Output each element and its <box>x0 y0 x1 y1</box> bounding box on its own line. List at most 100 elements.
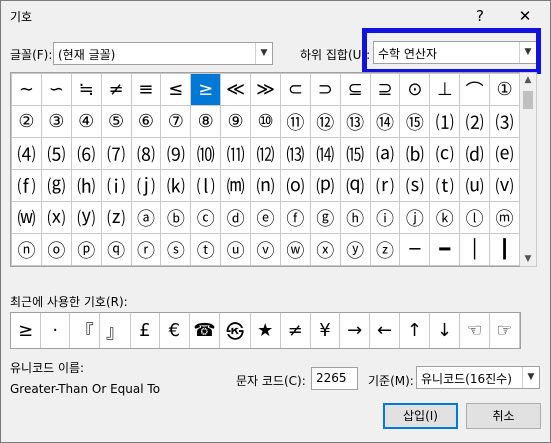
symbol-cell[interactable]: ┃ <box>489 233 520 266</box>
symbol-cell[interactable]: ⑧ <box>190 105 222 138</box>
symbol-cell[interactable]: ⒩ <box>250 169 281 202</box>
symbol-cell[interactable]: ⑪ <box>279 105 311 138</box>
symbol-cell[interactable]: ≥ <box>190 73 222 106</box>
symbol-cell[interactable]: ⒜ <box>369 137 401 170</box>
grid-scrollbar[interactable]: ▲ ▼ <box>520 72 537 267</box>
chevron-down-icon[interactable]: ▼ <box>522 367 539 388</box>
symbol-cell[interactable]: ⑩ <box>250 105 281 138</box>
symbol-cell[interactable]: ⒦ <box>160 169 192 202</box>
symbol-cell[interactable]: ⊆ <box>339 73 371 106</box>
symbol-cell[interactable]: ⑹ <box>70 137 102 170</box>
symbol-cell[interactable]: ━ <box>429 233 461 266</box>
symbol-cell[interactable]: ⑮ <box>399 105 431 138</box>
scroll-down-icon[interactable]: ▼ <box>520 254 536 264</box>
symbol-cell[interactable]: ⑾ <box>220 137 252 170</box>
close-button[interactable]: ✕ <box>512 4 538 28</box>
symbol-cell[interactable]: ⓡ <box>130 233 162 266</box>
symbol-cell[interactable]: ∽ <box>40 73 72 106</box>
symbol-cell[interactable]: ≫ <box>250 73 281 106</box>
symbol-cell[interactable]: ⑷ <box>11 137 42 170</box>
symbol-cell[interactable]: ⊙ <box>399 73 431 106</box>
symbol-cell[interactable]: ⑽ <box>190 137 222 170</box>
symbol-cell[interactable]: ⒮ <box>399 169 431 202</box>
recent-symbol-cell[interactable]: ☜ <box>459 313 490 348</box>
symbol-cell[interactable]: ⒁ <box>309 137 341 170</box>
recent-symbol-cell[interactable]: € <box>159 313 190 348</box>
symbol-cell[interactable]: ⓤ <box>220 233 252 266</box>
symbol-cell[interactable]: ⒠ <box>489 137 520 170</box>
symbol-cell[interactable]: ⑤ <box>100 105 132 138</box>
symbol-cell[interactable]: ⒂ <box>339 137 371 170</box>
symbol-cell[interactable]: ⑫ <box>309 105 341 138</box>
symbol-cell[interactable]: ⒢ <box>40 169 72 202</box>
recent-symbol-cell[interactable]: ★ <box>250 313 281 348</box>
symbol-cell[interactable]: ⊇ <box>369 73 401 106</box>
symbol-cell[interactable]: ⓢ <box>160 233 192 266</box>
symbol-cell[interactable]: ⒧ <box>190 169 222 202</box>
symbol-cell[interactable]: ⒡ <box>11 169 42 202</box>
symbol-cell[interactable]: ⊃ <box>309 73 341 106</box>
symbol-cell[interactable]: ③ <box>40 105 72 138</box>
symbol-cell[interactable]: ⒭ <box>369 169 401 202</box>
symbol-cell[interactable]: ④ <box>70 105 102 138</box>
from-dropdown[interactable]: 유니코드(16진수) ▼ <box>416 366 540 389</box>
recent-symbol-cell[interactable]: ☞ <box>489 313 521 348</box>
symbol-cell[interactable]: ⓝ <box>11 233 42 266</box>
recent-symbol-cell[interactable]: £ <box>130 313 161 348</box>
recent-symbol-cell[interactable]: ☎ <box>189 313 221 348</box>
recent-symbol-cell[interactable]: ≠ <box>280 313 311 348</box>
symbol-cell[interactable]: ⓜ <box>489 201 520 234</box>
symbol-cell[interactable]: ⒱ <box>489 169 520 202</box>
symbol-cell[interactable]: ⓩ <box>369 233 401 266</box>
symbol-cell[interactable]: ⑵ <box>459 105 491 138</box>
char-code-input[interactable]: 2265 <box>311 367 358 390</box>
recent-symbol-cell[interactable]: ≥ <box>11 313 42 348</box>
symbol-cell[interactable]: ⓚ <box>429 201 461 234</box>
symbol-cell[interactable]: ⓕ <box>279 201 311 234</box>
symbol-cell[interactable]: ⑴ <box>429 105 461 138</box>
symbol-cell[interactable]: ⒞ <box>429 137 461 170</box>
scroll-thumb[interactable] <box>523 91 533 109</box>
symbol-cell[interactable]: ≡ <box>130 73 162 106</box>
symbol-cell[interactable]: ⑸ <box>40 137 72 170</box>
recent-symbol-cell[interactable]: ㉿ <box>219 313 251 348</box>
symbol-cell[interactable]: ⓗ <box>339 201 371 234</box>
symbol-cell[interactable]: ⓒ <box>190 201 222 234</box>
symbol-cell[interactable]: ≤ <box>160 73 192 106</box>
symbol-cell[interactable]: ⓓ <box>220 201 252 234</box>
symbol-cell[interactable]: ≠ <box>100 73 132 106</box>
symbol-cell[interactable]: ⓣ <box>190 233 222 266</box>
symbol-cell[interactable]: ⓠ <box>100 233 132 266</box>
symbol-cell[interactable]: ⓘ <box>369 201 401 234</box>
scroll-up-icon[interactable]: ▲ <box>520 75 536 85</box>
symbol-cell[interactable]: ⓟ <box>70 233 102 266</box>
symbol-cell[interactable]: ⒵ <box>100 201 132 234</box>
symbol-cell[interactable]: ⓛ <box>459 201 491 234</box>
symbol-cell[interactable]: ⓞ <box>40 233 72 266</box>
help-button[interactable]: ? <box>467 4 493 28</box>
symbol-cell[interactable]: ⒪ <box>279 169 311 202</box>
symbol-cell[interactable]: ⌒ <box>459 73 491 106</box>
symbol-cell[interactable]: ⒟ <box>459 137 491 170</box>
symbol-cell[interactable]: ⒴ <box>70 201 102 234</box>
symbol-cell[interactable]: ⒀ <box>279 137 311 170</box>
symbol-cell[interactable]: ⓔ <box>250 201 281 234</box>
symbol-cell[interactable]: ⒬ <box>339 169 371 202</box>
symbol-cell[interactable]: ⑬ <box>339 105 371 138</box>
symbol-cell[interactable]: ⒨ <box>220 169 252 202</box>
symbol-cell[interactable]: ⑿ <box>250 137 281 170</box>
symbol-cell[interactable]: ⓙ <box>399 201 431 234</box>
insert-button[interactable]: 삽입(I) <box>383 403 458 429</box>
recent-symbol-cell[interactable]: ← <box>369 313 400 348</box>
symbol-cell[interactable]: ⑶ <box>489 105 520 138</box>
recent-symbol-cell[interactable]: → <box>339 313 371 348</box>
symbol-cell[interactable]: ⑭ <box>369 105 401 138</box>
chevron-down-icon[interactable]: ▼ <box>255 43 272 64</box>
symbol-cell[interactable]: ⒫ <box>309 169 341 202</box>
symbol-cell[interactable]: ⑼ <box>160 137 192 170</box>
symbol-cell[interactable]: ⊂ <box>279 73 311 106</box>
symbol-cell[interactable]: ⓨ <box>339 233 371 266</box>
symbol-cell[interactable]: │ <box>459 233 491 266</box>
symbol-cell[interactable]: ≪ <box>220 73 252 106</box>
recent-symbol-cell[interactable]: ↓ <box>429 313 460 348</box>
